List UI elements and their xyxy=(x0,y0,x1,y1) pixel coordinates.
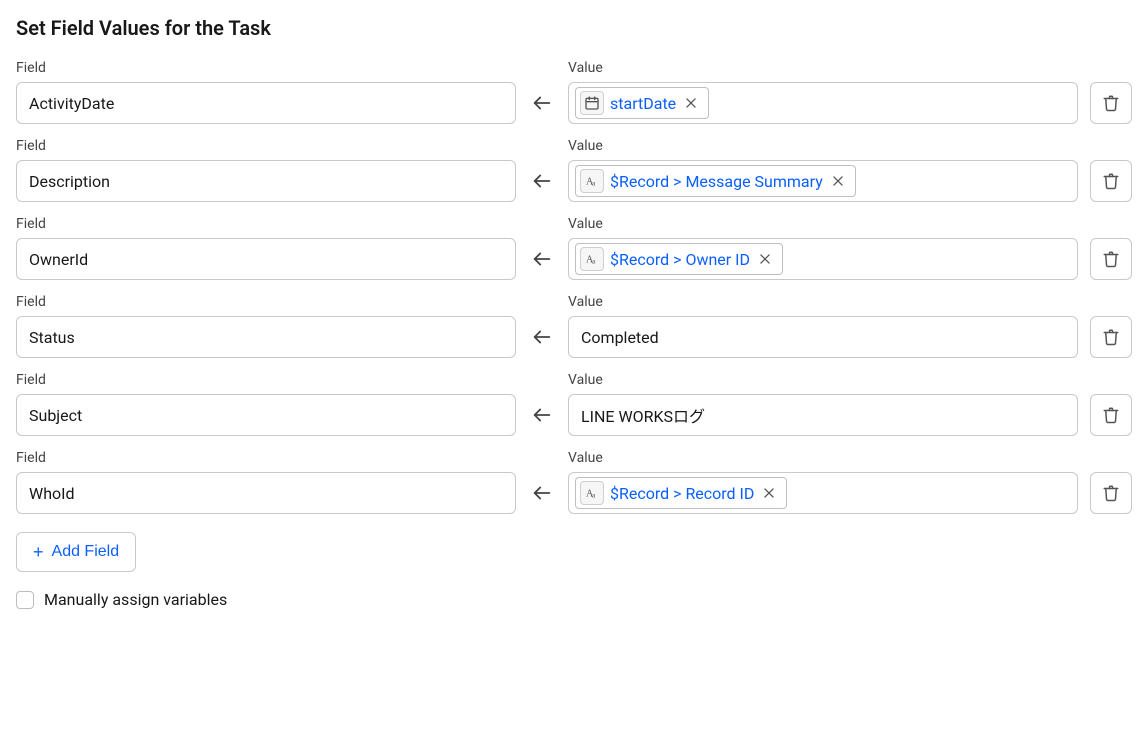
value-input[interactable]: Aa $Record > Record ID xyxy=(568,472,1078,514)
close-icon xyxy=(831,174,845,188)
assignment-row: Field ActivityDate Value startDate xyxy=(16,60,1132,124)
manual-assign-label: Manually assign variables xyxy=(44,590,227,609)
trash-icon xyxy=(1102,250,1120,268)
field-label: Field xyxy=(16,450,516,466)
pill-text: $Record > Record ID xyxy=(610,484,754,503)
close-icon xyxy=(684,96,698,110)
value-input[interactable]: startDate xyxy=(568,82,1078,124)
value-input[interactable]: Aa $Record > Message Summary xyxy=(568,160,1078,202)
text-icon: Aa xyxy=(580,481,604,505)
arrow-left-icon xyxy=(531,170,553,192)
add-field-label: Add Field xyxy=(52,543,120,561)
trash-icon xyxy=(1102,328,1120,346)
field-label: Field xyxy=(16,60,516,76)
delete-row-button[interactable] xyxy=(1090,394,1132,436)
value-input[interactable]: Aa $Record > Owner ID xyxy=(568,238,1078,280)
value-pill[interactable]: Aa $Record > Owner ID xyxy=(575,243,783,275)
pill-remove[interactable] xyxy=(760,486,778,500)
field-input[interactable]: Subject xyxy=(16,394,516,436)
text-icon: Aa xyxy=(580,169,604,193)
value-pill[interactable]: Aa $Record > Record ID xyxy=(575,477,787,509)
section-title: Set Field Values for the Task xyxy=(16,16,1132,40)
svg-text:a: a xyxy=(592,491,596,500)
trash-icon xyxy=(1102,94,1120,112)
assignment-row: Field OwnerId Value Aa $Record > Owner I… xyxy=(16,216,1132,280)
pill-remove[interactable] xyxy=(829,174,847,188)
field-label: Field xyxy=(16,294,516,310)
close-icon xyxy=(762,486,776,500)
value-label: Value xyxy=(568,372,1078,388)
trash-icon xyxy=(1102,172,1120,190)
assign-arrow xyxy=(528,472,556,514)
arrow-left-icon xyxy=(531,92,553,114)
delete-row-button[interactable] xyxy=(1090,160,1132,202)
value-pill[interactable]: Aa $Record > Message Summary xyxy=(575,165,856,197)
assign-arrow xyxy=(528,316,556,358)
field-input[interactable]: Status xyxy=(16,316,516,358)
field-input[interactable]: Description xyxy=(16,160,516,202)
arrow-left-icon xyxy=(531,326,553,348)
value-label: Value xyxy=(568,450,1078,466)
manual-assign-row: Manually assign variables xyxy=(16,590,1132,609)
value-label: Value xyxy=(568,216,1078,232)
text-icon: Aa xyxy=(580,247,604,271)
field-input[interactable]: WhoId xyxy=(16,472,516,514)
field-label: Field xyxy=(16,372,516,388)
assignment-row: Field Subject Value LINE WORKSログ xyxy=(16,372,1132,436)
close-icon xyxy=(758,252,772,266)
value-pill[interactable]: startDate xyxy=(575,87,709,119)
field-input[interactable]: OwnerId xyxy=(16,238,516,280)
svg-text:a: a xyxy=(592,257,596,266)
field-label: Field xyxy=(16,216,516,232)
pill-text: $Record > Owner ID xyxy=(610,250,750,269)
pill-text: $Record > Message Summary xyxy=(610,172,823,191)
plus-icon: + xyxy=(33,542,44,563)
pill-remove[interactable] xyxy=(682,96,700,110)
trash-icon xyxy=(1102,406,1120,424)
delete-row-button[interactable] xyxy=(1090,316,1132,358)
assignment-row: Field Status Value Completed xyxy=(16,294,1132,358)
assignment-row: Field Description Value Aa $Record > Mes… xyxy=(16,138,1132,202)
trash-icon xyxy=(1102,484,1120,502)
pill-remove[interactable] xyxy=(756,252,774,266)
assign-arrow xyxy=(528,238,556,280)
field-input[interactable]: ActivityDate xyxy=(16,82,516,124)
value-input[interactable]: Completed xyxy=(568,316,1078,358)
assign-arrow xyxy=(528,82,556,124)
delete-row-button[interactable] xyxy=(1090,472,1132,514)
delete-row-button[interactable] xyxy=(1090,82,1132,124)
value-label: Value xyxy=(568,294,1078,310)
assign-arrow xyxy=(528,160,556,202)
manual-assign-checkbox[interactable] xyxy=(16,591,34,609)
field-label: Field xyxy=(16,138,516,154)
add-field-button[interactable]: + Add Field xyxy=(16,532,136,572)
delete-row-button[interactable] xyxy=(1090,238,1132,280)
date-icon xyxy=(580,91,604,115)
value-label: Value xyxy=(568,60,1078,76)
svg-text:a: a xyxy=(592,179,596,188)
assign-arrow xyxy=(528,394,556,436)
arrow-left-icon xyxy=(531,248,553,270)
arrow-left-icon xyxy=(531,404,553,426)
assignment-row: Field WhoId Value Aa $Record > Record ID xyxy=(16,450,1132,514)
value-label: Value xyxy=(568,138,1078,154)
value-input[interactable]: LINE WORKSログ xyxy=(568,394,1078,436)
arrow-left-icon xyxy=(531,482,553,504)
pill-text: startDate xyxy=(610,94,676,113)
